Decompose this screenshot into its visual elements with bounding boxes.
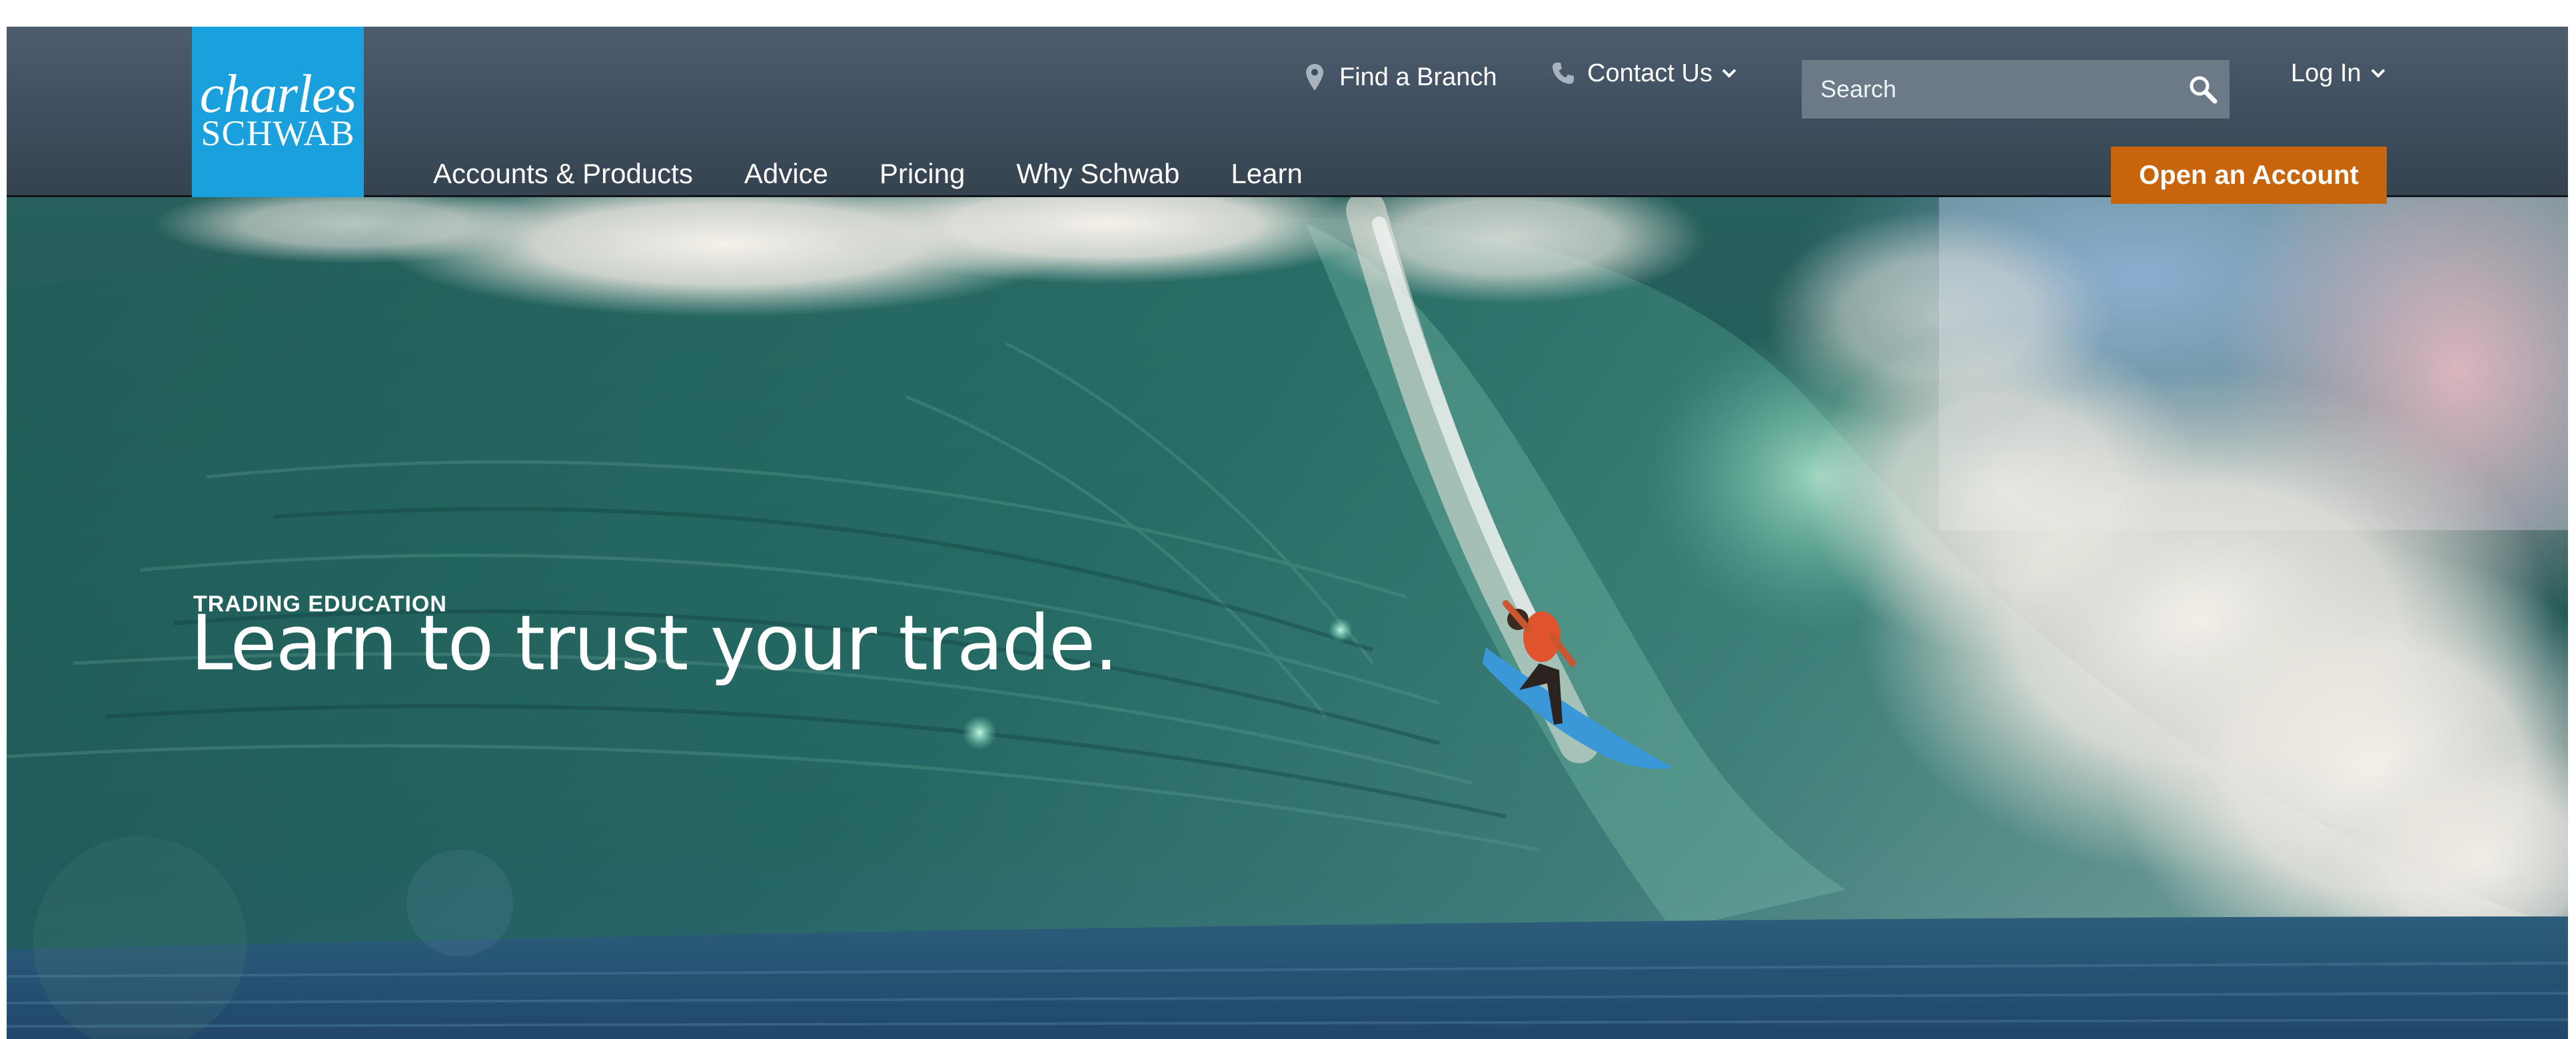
charles-schwab-logo[interactable]: charles SCHWAB bbox=[192, 27, 364, 197]
phone-icon bbox=[1551, 61, 1575, 85]
search-input[interactable] bbox=[1802, 60, 2175, 119]
find-branch-link[interactable]: Find a Branch bbox=[1306, 51, 1497, 104]
logo-line-2: SCHWAB bbox=[201, 113, 355, 153]
login-label: Log In bbox=[2291, 59, 2361, 87]
search-icon[interactable] bbox=[2188, 75, 2218, 104]
chevron-down-icon bbox=[1722, 69, 1736, 78]
hero-banner: TRADING EDUCATION Learn to trust your tr… bbox=[7, 197, 2568, 1039]
nav-item-advice[interactable]: Advice bbox=[744, 158, 828, 190]
map-pin-icon bbox=[1306, 64, 1323, 91]
page-frame: charles SCHWAB Find a Branch Contact Us bbox=[7, 27, 2568, 1039]
nav-item-pricing[interactable]: Pricing bbox=[880, 158, 965, 190]
open-account-button[interactable]: Open an Account bbox=[2111, 147, 2387, 204]
main-nav: Accounts & Products Advice Pricing Why S… bbox=[433, 145, 1354, 202]
hero-headline: Learn to trust your trade. bbox=[191, 599, 1118, 687]
nav-item-accounts-products[interactable]: Accounts & Products bbox=[433, 158, 693, 190]
search-box bbox=[1802, 60, 2230, 119]
site-header: charles SCHWAB Find a Branch Contact Us bbox=[7, 27, 2568, 204]
contact-us-menu[interactable]: Contact Us bbox=[1551, 47, 1736, 100]
nav-item-why-schwab[interactable]: Why Schwab bbox=[1016, 158, 1179, 190]
contact-us-label: Contact Us bbox=[1587, 59, 1712, 87]
chevron-down-icon bbox=[2371, 69, 2385, 78]
nav-item-learn[interactable]: Learn bbox=[1231, 158, 1302, 190]
find-branch-label: Find a Branch bbox=[1339, 63, 1497, 91]
login-menu[interactable]: Log In bbox=[2291, 47, 2385, 100]
